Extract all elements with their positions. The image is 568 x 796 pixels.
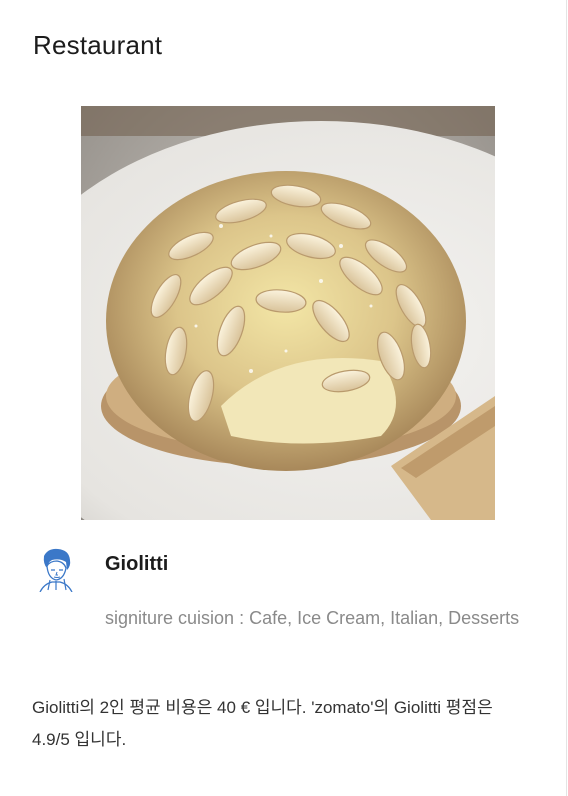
author-avatar[interactable] (36, 546, 76, 592)
author-avatar-icon (39, 548, 73, 592)
pastry-photo-icon (81, 106, 495, 520)
page-title: Restaurant (33, 30, 163, 60)
cuisine-text: signiture cuision : Cafe, Ice Cream, Ita… (105, 608, 520, 628)
restaurant-name: Giolitti (105, 553, 169, 575)
restaurant-card: Restaurant Giolitti signiture cuision: … (0, 0, 567, 796)
restaurant-photo[interactable] (81, 106, 495, 520)
restaurant-description: Giolitti의 2인 평균 비용은 40 € 입니다. 'zomato'의 … (32, 698, 493, 749)
